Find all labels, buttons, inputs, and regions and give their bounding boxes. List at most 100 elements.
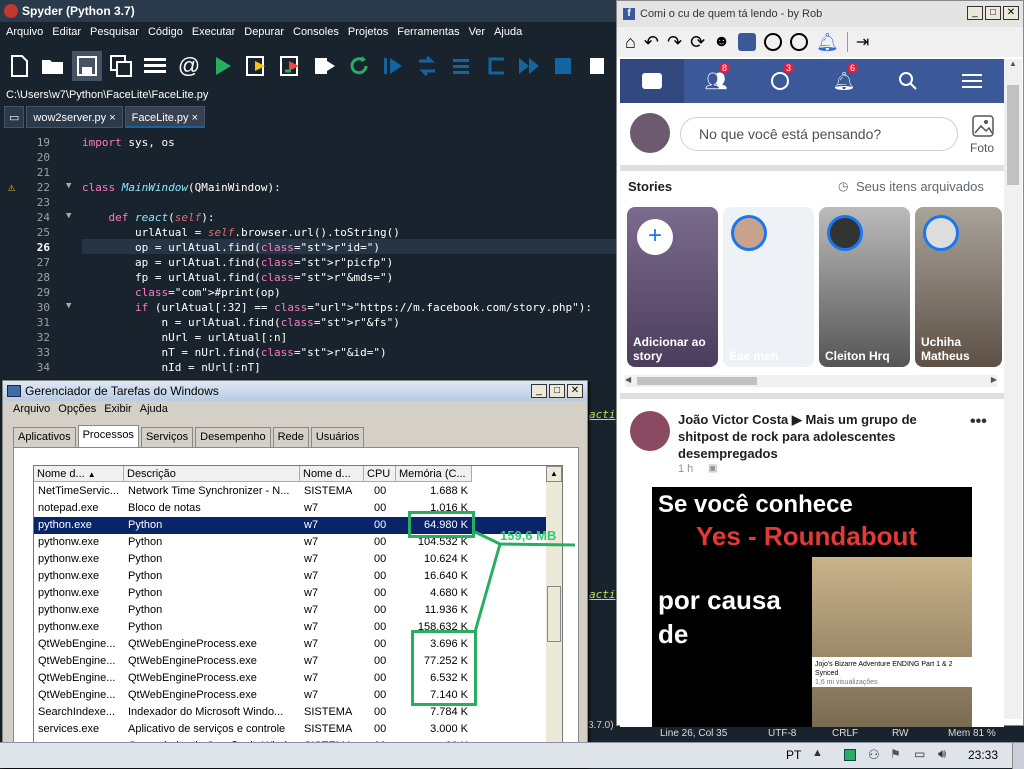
nav-messenger[interactable]: 3	[748, 59, 812, 103]
show-desktop-button[interactable]	[1012, 743, 1024, 769]
tab-servicos[interactable]: Serviços	[140, 427, 194, 447]
bell-icon[interactable]: 🔔︎	[816, 32, 839, 53]
rerun-icon[interactable]	[344, 51, 374, 81]
code-line[interactable]: if (urlAtual[:32] == class="url">"https:…	[82, 301, 592, 314]
composer-input[interactable]: No que você está pensando?	[680, 117, 958, 151]
menu-ferramentas[interactable]: Ferramentas	[397, 26, 459, 38]
account-icon[interactable]	[764, 33, 782, 51]
tm-menu-ajuda[interactable]: Ajuda	[140, 403, 168, 419]
nav-menu[interactable]	[940, 59, 1004, 103]
photo-icon[interactable]	[972, 115, 994, 137]
close-button[interactable]: ✕	[1003, 6, 1019, 20]
continue-icon[interactable]	[514, 51, 544, 81]
profile-icon[interactable]	[738, 33, 756, 51]
save-icon[interactable]	[72, 51, 102, 81]
more-options-icon[interactable]: •••	[970, 413, 987, 431]
code-line[interactable]: op = urlAtual.find(class="st">r"id=")	[82, 241, 380, 254]
maximize-button[interactable]: □	[549, 384, 565, 398]
tab-usuarios[interactable]: Usuários	[310, 427, 365, 447]
col-header-name[interactable]: Nome d... ▲	[34, 466, 124, 482]
code-editor[interactable]: ⚠ ▼ ▼ ▼ 19 import sys, os 20 21 22 class Main…	[0, 130, 618, 374]
code-line[interactable]: class MainWindow(QMainWindow):	[82, 181, 281, 194]
fold-icon[interactable]: ▼	[66, 301, 71, 311]
menu-consoles[interactable]: Consoles	[293, 26, 339, 38]
code-line[interactable]: nId = nUrl[:nT]	[82, 361, 260, 374]
story-item[interactable]: Cleiton Hrq	[819, 207, 910, 367]
archive-icon[interactable]: ◷	[838, 179, 848, 193]
photo-label[interactable]: Foto	[970, 141, 994, 155]
maximize-pane-icon[interactable]	[582, 51, 612, 81]
run-cell-advance-icon[interactable]	[276, 51, 306, 81]
fold-icon[interactable]: ▼	[66, 181, 71, 191]
col-header-user[interactable]: Nome d...	[300, 466, 364, 482]
fold-icon[interactable]: ▼	[66, 211, 71, 221]
tray-volume-icon[interactable]: 🔊︎	[938, 746, 946, 762]
mascot-icon[interactable]: ☻	[713, 33, 730, 51]
code-line[interactable]: n = urlAtual.find(class="st">r"&fs")	[82, 316, 399, 329]
code-line[interactable]: urlAtual = self.browser.url().toString()	[82, 226, 400, 239]
scroll-up-icon[interactable]: ▲	[546, 466, 562, 482]
menu-arquivo[interactable]: Arquivo	[6, 26, 43, 38]
story-add[interactable]: + Adicionar ao story	[627, 207, 718, 367]
clock[interactable]: 23:33	[968, 748, 998, 762]
scroll-thumb[interactable]	[637, 377, 757, 385]
scroll-thumb[interactable]	[1007, 85, 1019, 185]
tray-monitor-icon[interactable]: ▭	[914, 747, 925, 761]
add-story-icon[interactable]: +	[637, 219, 673, 255]
table-row[interactable]: services.exe Aplicativo de serviços e con…	[34, 721, 548, 738]
post-image[interactable]: Se você conhece Yes - Roundabout por cau…	[652, 487, 972, 727]
menu-depurar[interactable]: Depurar	[244, 26, 284, 38]
home-icon[interactable]: ⌂	[625, 32, 636, 53]
list-icon[interactable]	[140, 51, 170, 81]
tab-icon[interactable]: ▭	[4, 106, 25, 128]
nav-search[interactable]	[876, 59, 940, 103]
new-file-icon[interactable]	[4, 51, 34, 81]
scroll-right-icon[interactable]: ▶	[991, 375, 997, 384]
tab-facelite[interactable]: FaceLite.py ×	[124, 106, 206, 128]
tray-network-icon[interactable]: ⚇	[868, 747, 880, 763]
menu-codigo[interactable]: Código	[148, 26, 183, 38]
tm-menu-opcoes[interactable]: Opções	[58, 403, 96, 419]
debug-icon[interactable]	[378, 51, 408, 81]
tray-app-icon[interactable]	[844, 749, 856, 761]
menu-executar[interactable]: Executar	[192, 26, 235, 38]
minimize-button[interactable]: _	[531, 384, 547, 398]
run-selection-icon[interactable]	[310, 51, 340, 81]
tm-menu-arquivo[interactable]: Arquivo	[13, 403, 50, 419]
tab-rede[interactable]: Rede	[272, 427, 309, 447]
maximize-button[interactable]: □	[985, 6, 1001, 20]
archived-link[interactable]: Seus itens arquivados	[856, 179, 984, 194]
table-row[interactable]: NetTimeServic... Network Time Synchronize…	[34, 483, 548, 500]
stories-scrollbar[interactable]: ◀ ▶	[625, 375, 997, 387]
col-header-desc[interactable]: Descrição	[124, 466, 300, 482]
tab-processos[interactable]: Processos	[77, 425, 139, 447]
language-indicator[interactable]: PT	[786, 748, 801, 762]
step-icon[interactable]	[412, 51, 442, 81]
nav-notifications[interactable]: 🔔︎ 6	[812, 59, 876, 103]
code-line[interactable]: ap = urlAtual.find(class="st">r"picfp")	[82, 256, 393, 269]
code-line[interactable]: class="com">#print(op)	[82, 286, 281, 299]
tm-menu-exibir[interactable]: Exibir	[104, 403, 132, 419]
stop-icon[interactable]	[548, 51, 578, 81]
tray-flag-icon[interactable]: ⚑	[890, 747, 901, 761]
close-icon[interactable]: ×	[109, 112, 115, 124]
tray-expand-icon[interactable]: ▲	[812, 747, 823, 759]
story-item[interactable]: Uchiha Matheus	[915, 207, 1002, 367]
back-icon[interactable]: ↶	[644, 32, 659, 53]
logout-icon[interactable]: ⇥	[856, 32, 869, 52]
menu-editar[interactable]: Editar	[52, 26, 81, 38]
run-icon[interactable]	[208, 51, 238, 81]
nav-friends[interactable]: 👥︎ 8	[684, 59, 748, 103]
reload-icon[interactable]: ⟳	[690, 32, 705, 53]
close-icon[interactable]: ×	[192, 112, 198, 124]
scroll-up-icon[interactable]: ▲	[1004, 59, 1022, 68]
col-header-mem[interactable]: Memória (C...	[396, 466, 472, 482]
open-folder-icon[interactable]	[38, 51, 68, 81]
run-cell-icon[interactable]	[242, 51, 272, 81]
avatar[interactable]	[630, 411, 670, 451]
post-author[interactable]: João Victor Costa	[678, 412, 788, 427]
scroll-left-icon[interactable]: ◀	[625, 375, 631, 384]
tab-wow2server[interactable]: wow2server.py ×	[26, 106, 123, 128]
step-into-icon[interactable]	[446, 51, 476, 81]
menu-ver[interactable]: Ver	[469, 26, 486, 38]
